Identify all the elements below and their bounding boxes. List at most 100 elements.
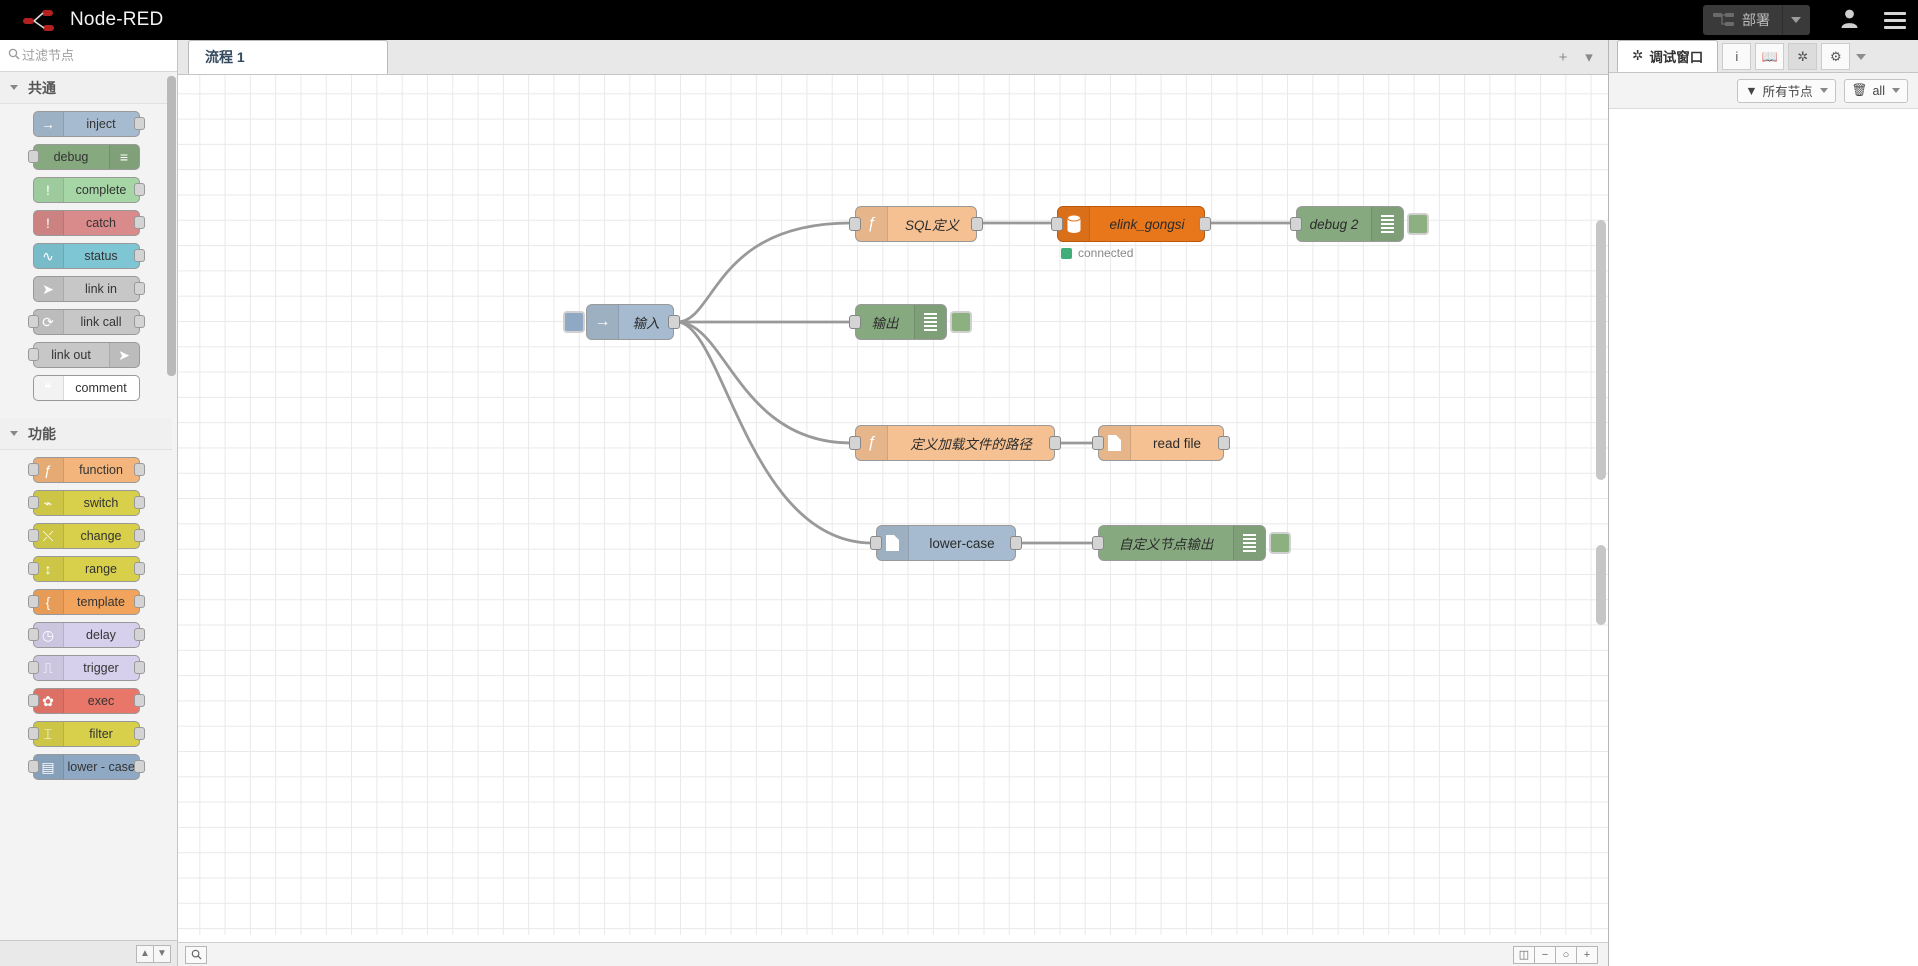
debug-message-list[interactable] [1609,109,1918,966]
flow-canvas[interactable]: → 输入 ƒ SQL定义 elink_gongsi connected debug 2 输出 ƒ… [178,75,1608,935]
node-port-in[interactable] [1092,536,1104,550]
palette-node-function[interactable]: ƒ function [27,457,145,483]
palette-node-change[interactable]: ⤬ change [27,523,145,549]
debug-clear-dropdown[interactable]: 🗑 all [1843,78,1908,103]
palette-port-in [27,661,39,674]
palette-node-exec[interactable]: ✿ exec [27,688,145,714]
palette-node-inject[interactable]: → inject [32,111,145,137]
sidebar-help-button[interactable]: 📖 [1755,43,1785,70]
sidebar-config-button[interactable]: ⚙ [1821,43,1851,70]
palette-node-status[interactable]: ∿ status [32,243,145,269]
palette-category-common-header[interactable]: 共通 [0,72,172,104]
palette-node-link-in[interactable]: ➤ link in [32,276,145,302]
debug-toggle-button[interactable] [950,311,972,333]
debug-clear-label: all [1872,83,1885,98]
sidebar-more-button[interactable] [1850,43,1872,70]
flow-tab-1[interactable]: 流程 1 [188,40,388,74]
debug-toolbar: ▼ 所有节点 🗑 all [1609,73,1918,109]
node-port-out[interactable] [668,315,680,329]
user-account-button[interactable] [1826,0,1872,40]
palette-node-comment[interactable]: ❝ comment [32,375,140,401]
node-port-in[interactable] [849,436,861,450]
palette-port-in [27,628,39,641]
palette-node-label: change [80,529,122,543]
canvas-node-db-elink-gongsi[interactable]: elink_gongsi [1051,206,1211,242]
palette-node-lower---case[interactable]: ▤ lower - case [27,754,145,780]
canvas-node-debug-output[interactable]: 输出 [849,304,972,340]
palette-node-template[interactable]: {template [27,589,145,615]
navigator-icon[interactable]: ◫ [1513,945,1535,964]
inject-input-icon: → [587,305,619,339]
node-port-in[interactable] [849,217,861,231]
canvas-vertical-scrollbar[interactable] [1596,220,1606,480]
sidebar-info-button[interactable]: i [1722,43,1752,70]
node-port-in[interactable] [1290,217,1302,231]
palette-scrollbar[interactable] [167,76,176,376]
deploy-button-main[interactable]: 部署 [1703,5,1782,35]
main-menu-button[interactable] [1872,0,1918,40]
flow-tab-bar: 流程 1 + ▾ [178,40,1608,75]
palette-node-link-call[interactable]: ⟳ link call [27,309,145,335]
node-port-out[interactable] [1010,536,1022,550]
palette-node-range[interactable]: ↕ range [27,556,145,582]
collapse-all-icon[interactable]: ▲ [136,944,154,963]
node-port-out[interactable] [971,217,983,231]
search-flows-icon[interactable] [185,945,207,964]
debug-toggle-button[interactable] [1407,213,1429,235]
brand: Node-RED [22,7,163,33]
chevron-down-icon [1790,17,1801,23]
search-input[interactable] [22,48,162,63]
canvas-node-debug-2[interactable]: debug 2 [1290,206,1429,242]
canvas-node-debug-custom-output[interactable]: 自定义节点输出 [1092,525,1291,561]
canvas-vertical-scrollbar-lower[interactable] [1596,545,1606,625]
palette-node-delay[interactable]: ◷ delay [27,622,145,648]
palette-node-catch[interactable]: ! catch [32,210,145,236]
palette-port-out [133,760,145,773]
right-sidebar: ✲ 调试窗口 i 📖 ✲ ⚙ ▼ 所有节点 🗑 all [1608,40,1918,966]
zoom-in-icon[interactable]: + [1576,945,1598,964]
canvas-node-lower-case[interactable]: lower-case [870,525,1022,561]
link-in-icon: ➤ [33,277,64,301]
palette-port-out [133,463,145,476]
deploy-dropdown-toggle[interactable] [1782,5,1808,35]
palette-node-switch[interactable]: ⌁ switch [27,490,145,516]
inject-trigger-button[interactable] [563,311,585,333]
debug-filter-label: 所有节点 [1762,85,1813,99]
palette-node-complete[interactable]: ! complete [32,177,145,203]
node-port-in[interactable] [1092,436,1104,450]
palette-node-trigger[interactable]: ⎍ trigger [27,655,145,681]
palette-scroll-area[interactable]: 共通 → inject debug ≡! complete! catch ∿ status ➤ l… [0,72,172,966]
tab-debug-window[interactable]: ✲ 调试窗口 [1617,40,1719,72]
palette-node-label: complete [75,183,127,197]
deploy-button[interactable]: 部署 [1703,5,1810,35]
canvas-node-label: debug 2 [1309,216,1359,232]
zoom-reset-icon[interactable]: ○ [1555,945,1577,964]
palette-node-debug[interactable]: debug ≡ [27,144,140,170]
node-port-in[interactable] [870,536,882,550]
palette-port-out [133,562,145,575]
canvas-viewport[interactable]: → 输入 ƒ SQL定义 elink_gongsi connected debug 2 输出 ƒ… [178,75,1608,966]
expand-all-icon[interactable]: ▼ [153,944,171,963]
palette-node-label: range [85,562,117,576]
canvas-node-file-read[interactable]: read file [1092,425,1230,461]
node-port-out[interactable] [1199,217,1211,231]
node-port-in[interactable] [849,315,861,329]
canvas-node-function-sql[interactable]: ƒ SQL定义 [849,206,983,242]
chevron-down-icon [10,431,18,436]
sidebar-debug-button[interactable]: ✲ [1788,43,1818,70]
palette-node-link-out[interactable]: link out ➤ [27,342,140,368]
canvas-node-function-filepath[interactable]: ƒ 定义加载文件的路径 [849,425,1061,461]
debug-toggle-button[interactable] [1269,532,1291,554]
palette-search-bar[interactable] [0,40,177,72]
add-flow-button[interactable]: + [1550,44,1576,70]
flow-list-menu-button[interactable]: ▾ [1576,44,1602,70]
zoom-out-icon[interactable]: − [1534,945,1556,964]
node-port-in[interactable] [1051,217,1063,231]
node-port-out[interactable] [1049,436,1061,450]
chevron-down-icon [10,85,18,90]
node-port-out[interactable] [1218,436,1230,450]
debug-filter-dropdown[interactable]: ▼ 所有节点 [1737,78,1836,103]
canvas-node-inject-input[interactable]: → 输入 [563,304,680,340]
palette-node-filter[interactable]: ⌶ filter [27,721,145,747]
palette-category-function-header[interactable]: 功能 [0,418,172,450]
